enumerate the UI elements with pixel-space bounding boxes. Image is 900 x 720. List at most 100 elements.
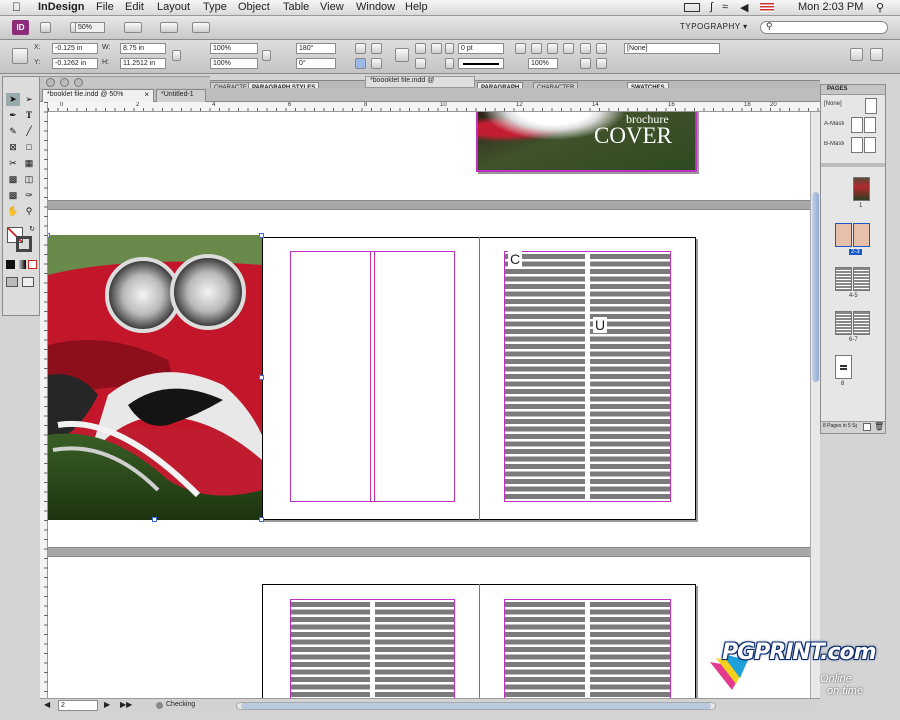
menu-object[interactable]: Object: [238, 1, 270, 13]
master-none-thumb[interactable]: [865, 98, 877, 114]
bluetooth-icon[interactable]: ∫: [710, 1, 713, 13]
flag-icon[interactable]: [760, 3, 774, 12]
x-field[interactable]: -0.125 in: [52, 43, 98, 54]
workspace-switcher[interactable]: TYPOGRAPHY ▾: [680, 22, 748, 31]
page-5-thumb[interactable]: [853, 267, 870, 291]
stroke-swatch[interactable]: [16, 236, 32, 252]
rotation-field[interactable]: 180°: [296, 43, 336, 54]
text-column-1-page5[interactable]: [505, 602, 585, 698]
apply-none-icon[interactable]: [28, 260, 37, 269]
gradient-tool-icon[interactable]: ▩: [6, 173, 20, 186]
delete-page-icon[interactable]: 🗑: [874, 422, 884, 431]
apply-gradient-icon[interactable]: [17, 260, 26, 269]
first-page-icon[interactable]: ◀: [44, 700, 50, 709]
wrap-none-icon[interactable]: [515, 43, 526, 54]
vertical-ruler[interactable]: [40, 102, 48, 698]
fill-swatch-icon[interactable]: [445, 43, 454, 54]
pasteboard[interactable]: brochure COVER C U: [48, 112, 810, 698]
w-field[interactable]: 8.75 in: [120, 43, 166, 54]
rotate-90-cw-icon[interactable]: [355, 43, 366, 54]
normal-view-icon[interactable]: [6, 277, 18, 287]
arrange-documents-icon[interactable]: [160, 22, 178, 33]
object-style-field[interactable]: [None]: [624, 43, 720, 54]
volume-icon[interactable]: ◀: [740, 1, 748, 14]
master-b-thumb-left[interactable]: [851, 137, 863, 153]
h-scroll-thumb[interactable]: [241, 703, 711, 709]
fitting-frame-icon[interactable]: [596, 43, 607, 54]
select-next-icon[interactable]: [415, 58, 426, 69]
zoom-field[interactable]: 50%: [75, 22, 105, 33]
next-page-icon[interactable]: ▶: [104, 700, 110, 709]
shear-field[interactable]: 0°: [296, 58, 336, 69]
view-grid-icon[interactable]: [192, 22, 210, 33]
fitting-proportional-icon[interactable]: [580, 58, 591, 69]
panel-divider[interactable]: [821, 163, 885, 167]
menu-app-name[interactable]: InDesign: [38, 1, 84, 13]
constrain-proportions-icon[interactable]: [172, 50, 181, 61]
stroke-swatch-icon[interactable]: [445, 58, 454, 69]
doc-tab-floating[interactable]: *boooklet file.indd @: [365, 76, 475, 88]
stroke-type-field[interactable]: [458, 58, 504, 69]
master-a-thumb-right[interactable]: [864, 117, 876, 133]
bridge-icon[interactable]: [40, 22, 51, 33]
fitting-content-icon[interactable]: [580, 43, 591, 54]
page-8-thumb[interactable]: [835, 355, 852, 379]
master-b-thumb-right[interactable]: [864, 137, 876, 153]
page-4-thumb[interactable]: [835, 267, 852, 291]
frame-handle-bm[interactable]: [152, 517, 157, 522]
flip-horizontal-icon[interactable]: [355, 58, 366, 69]
free-transform-tool-icon[interactable]: ▦: [22, 157, 36, 170]
minimize-window-icon[interactable]: [60, 78, 69, 87]
type-tool-icon[interactable]: T: [22, 109, 36, 122]
master-b[interactable]: B-Master: [824, 141, 844, 147]
apply-color-icon[interactable]: [6, 260, 15, 269]
horizontal-scrollbar[interactable]: [236, 702, 716, 710]
frame-handle-tl[interactable]: [48, 233, 50, 238]
pages-panel-title[interactable]: PAGES: [827, 86, 848, 92]
note-tool-icon[interactable]: ▩: [6, 189, 20, 202]
text-column-2-page4[interactable]: [375, 602, 454, 698]
scroll-thumb[interactable]: [812, 192, 819, 382]
h-field[interactable]: 11.2512 in: [120, 58, 166, 69]
reference-point-icon[interactable]: [12, 48, 28, 64]
master-a[interactable]: A-Master: [824, 121, 844, 127]
pencil-tool-icon[interactable]: ✎: [6, 125, 20, 138]
select-content-icon[interactable]: [415, 43, 426, 54]
page-7-thumb[interactable]: [853, 311, 870, 335]
close-window-icon[interactable]: [46, 78, 55, 87]
text-column-2-page5[interactable]: [590, 602, 670, 698]
panel-menu-icon[interactable]: [850, 48, 863, 61]
wifi-icon[interactable]: ≈: [722, 1, 728, 13]
menu-edit[interactable]: Edit: [125, 1, 144, 13]
page-1-thumb[interactable]: [853, 177, 870, 201]
swap-fill-stroke-icon[interactable]: ↻: [25, 223, 39, 236]
drop-shadow-icon[interactable]: [547, 43, 558, 54]
pen-tool-icon[interactable]: ✒: [6, 109, 20, 122]
battery-icon[interactable]: [684, 3, 700, 12]
master-a-thumb-left[interactable]: [851, 117, 863, 133]
master-none[interactable]: [None]: [824, 101, 842, 107]
page-2-thumb[interactable]: [835, 223, 852, 247]
y-field[interactable]: -0.1262 in: [52, 58, 98, 69]
menu-table[interactable]: Table: [283, 1, 309, 13]
scale-x-field[interactable]: 100%: [210, 43, 258, 54]
frame-handle-mr[interactable]: [259, 375, 264, 380]
fitting-fill-icon[interactable]: [596, 58, 607, 69]
gradient-feather-tool-icon[interactable]: ◫: [22, 173, 36, 186]
frame-handle-tr[interactable]: [259, 233, 264, 238]
eyedropper-tool-icon[interactable]: ✑: [22, 189, 36, 202]
preflight-status[interactable]: Checking: [166, 701, 195, 708]
close-tab-icon[interactable]: ×: [144, 90, 149, 99]
scissors-tool-icon[interactable]: ✂: [6, 157, 20, 170]
menu-type[interactable]: Type: [203, 1, 227, 13]
effects-fx-icon[interactable]: [563, 43, 574, 54]
page-number-field[interactable]: 2: [58, 700, 98, 711]
doc-tab-untitled[interactable]: *Untitled-1: [156, 89, 206, 102]
last-page-icon[interactable]: ▶▶: [120, 700, 132, 709]
spotlight-icon[interactable]: ⚲: [876, 1, 884, 14]
zoom-window-icon[interactable]: [74, 78, 83, 87]
stroke-weight-field[interactable]: 0 pt: [458, 43, 504, 54]
car-photo-frame[interactable]: [48, 235, 262, 520]
screen-mode-icon[interactable]: [124, 22, 142, 33]
select-previous-icon[interactable]: [431, 43, 442, 54]
